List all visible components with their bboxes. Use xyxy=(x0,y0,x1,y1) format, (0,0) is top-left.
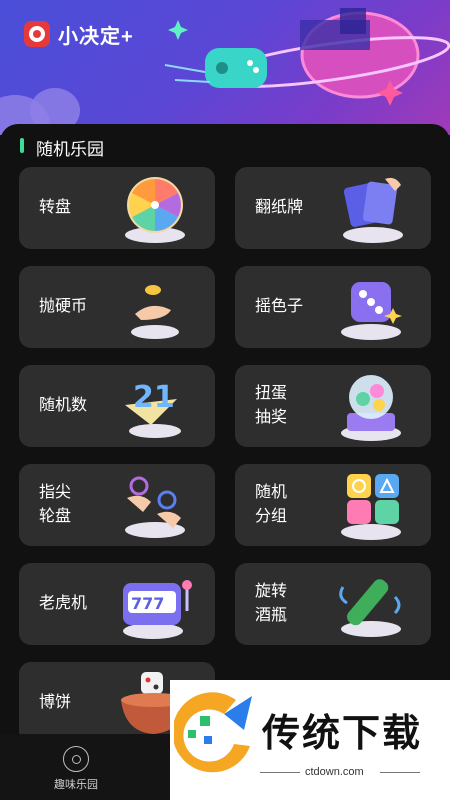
card-label: 转盘 xyxy=(39,199,72,216)
svg-text:777: 777 xyxy=(131,594,164,613)
finger-touch-icon xyxy=(125,476,185,538)
watermark-overlay: 传统下载 ctdown.com xyxy=(170,680,450,800)
svg-text:21: 21 xyxy=(133,380,175,415)
card-flip-coin[interactable]: 抛硬币 xyxy=(19,266,215,348)
card-flip-cards[interactable]: 翻纸牌 xyxy=(235,167,431,249)
card-random-number[interactable]: 随机数 21 xyxy=(19,365,215,447)
card-label: 旋转 酒瓶 xyxy=(255,583,288,624)
card-wheel[interactable]: 转盘 xyxy=(19,167,215,249)
header-banner: 小决定+ xyxy=(0,0,450,135)
section-title: 随机乐园 xyxy=(36,140,104,159)
card-label: 抛硬币 xyxy=(39,298,88,315)
nav-fun-park[interactable]: 趣味乐园 xyxy=(46,746,106,796)
card-label: 翻纸牌 xyxy=(255,199,304,216)
card-label: 随机 分组 xyxy=(255,484,288,525)
main-content: 随机乐园 转盘 翻纸牌 抛硬币 摇色子 随机数 21 扭蛋 抽奖 指尖 轮盘 随… xyxy=(0,124,450,734)
cards-icon xyxy=(343,177,403,243)
card-spin-bottle[interactable]: 旋转 酒瓶 xyxy=(235,563,431,645)
card-label: 摇色子 xyxy=(255,298,304,315)
card-label: 随机数 xyxy=(39,397,88,414)
divider xyxy=(380,772,420,773)
dice-icon xyxy=(341,282,402,340)
card-slot-machine[interactable]: 老虎机 777 xyxy=(19,563,215,645)
card-label: 老虎机 xyxy=(39,595,88,612)
card-label: 扭蛋 抽奖 xyxy=(255,385,288,426)
card-label: 博饼 xyxy=(39,694,72,711)
watermark-logo-icon xyxy=(174,692,252,773)
card-finger-roulette[interactable]: 指尖 轮盘 xyxy=(19,464,215,546)
wheel-icon xyxy=(125,177,185,243)
watermark-url: ctdown.com xyxy=(305,766,364,778)
slot-machine-icon: 777 xyxy=(123,580,192,639)
app-logo-icon xyxy=(24,21,50,47)
watermark-text: 传统下载 xyxy=(262,711,423,755)
coin-hand-icon xyxy=(131,285,179,339)
bottle-icon xyxy=(339,579,401,637)
number-icon: 21 xyxy=(125,380,181,438)
divider xyxy=(260,772,300,773)
group-blocks-icon xyxy=(341,474,401,540)
app-title: 小决定+ xyxy=(58,26,134,48)
card-gacha[interactable]: 扭蛋 抽奖 xyxy=(235,365,431,447)
card-random-group[interactable]: 随机 分组 xyxy=(235,464,431,546)
gacha-machine-icon xyxy=(341,375,401,441)
section-accent-bar xyxy=(20,138,24,153)
fun-park-icon xyxy=(63,746,89,772)
card-roll-dice[interactable]: 摇色子 xyxy=(235,266,431,348)
nav-label: 趣味乐园 xyxy=(54,779,98,791)
card-label: 指尖 轮盘 xyxy=(39,484,72,525)
